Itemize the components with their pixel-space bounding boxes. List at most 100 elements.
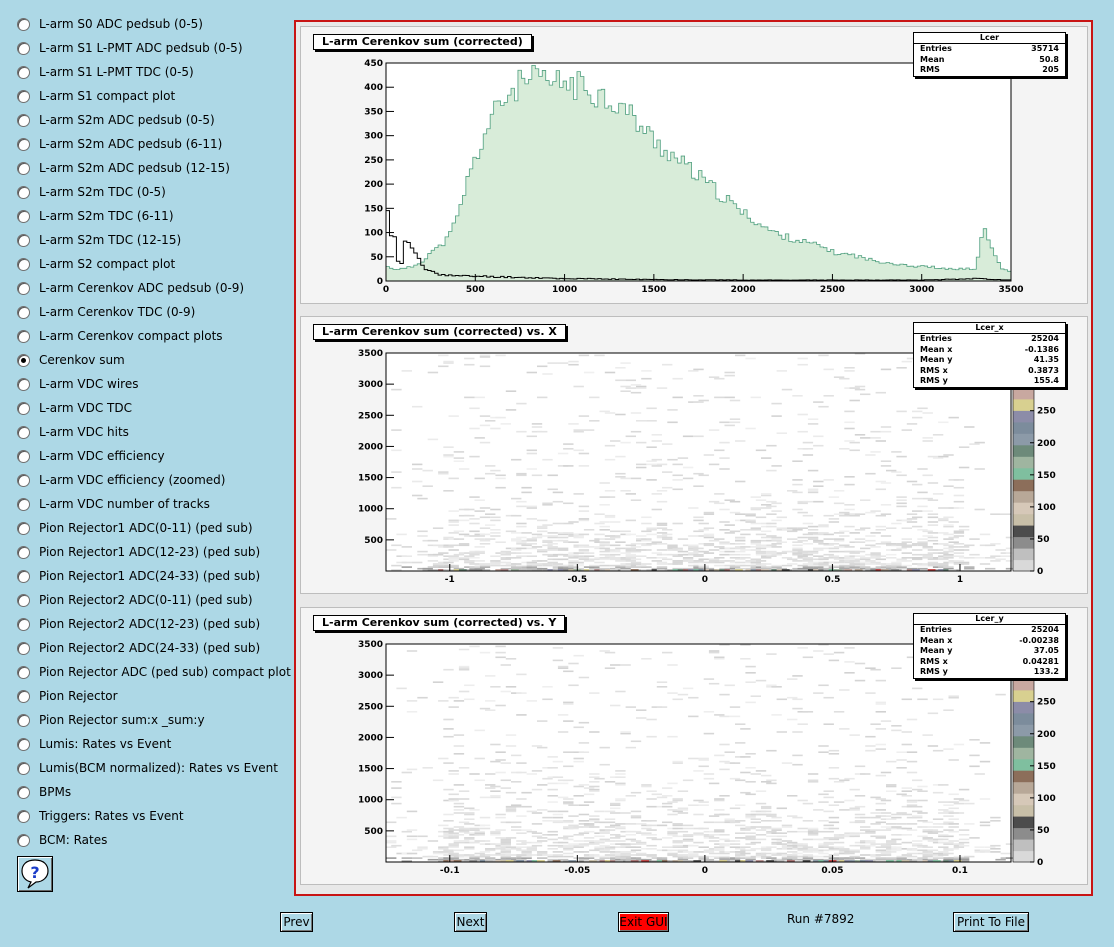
plot-option-radio[interactable]: Pion Rejector2 ADC(12-23) (ped sub)	[17, 614, 260, 634]
heatmap-cell	[490, 785, 501, 788]
radio-unchecked-icon[interactable]	[17, 281, 30, 295]
radio-unchecked-icon[interactable]	[17, 785, 30, 799]
radio-unchecked-icon[interactable]	[17, 713, 30, 727]
radio-unchecked-icon[interactable]	[17, 65, 30, 79]
heatmap-cell	[542, 854, 553, 856]
radio-unchecked-icon[interactable]	[17, 761, 30, 775]
heatmap-cell	[761, 807, 772, 810]
heatmap-cell	[870, 668, 881, 671]
plot-option-radio[interactable]: L-arm S1 compact plot	[17, 86, 175, 106]
radio-unchecked-icon[interactable]	[17, 497, 30, 511]
plot-option-radio[interactable]: L-arm S1 L-PMT TDC (0-5)	[17, 62, 194, 82]
histogram-pad-2[interactable]: 050100150200250300-1-0.500.5150010001500…	[300, 316, 1088, 594]
radio-unchecked-icon[interactable]	[17, 617, 30, 631]
heatmap-cell	[755, 834, 767, 836]
heatmap-cell	[682, 851, 694, 853]
plot-option-radio[interactable]: Lumis: Rates vs Event	[17, 734, 171, 754]
heatmap-cell	[438, 471, 449, 473]
plot-option-radio[interactable]: Pion Rejector1 ADC(24-33) (ped sub)	[17, 566, 260, 586]
plot-option-radio[interactable]: L-arm VDC efficiency (zoomed)	[17, 470, 225, 490]
plot-option-radio[interactable]: L-arm Cerenkov TDC (0-9)	[17, 302, 195, 322]
radio-unchecked-icon[interactable]	[17, 833, 30, 847]
radio-unchecked-icon[interactable]	[17, 545, 30, 559]
plot-option-radio[interactable]: L-arm S2m TDC (12-15)	[17, 230, 181, 250]
heatmap-cell	[714, 561, 725, 564]
plot-option-radio[interactable]: L-arm S2m ADC pedsub (0-5)	[17, 110, 215, 130]
plot-option-radio[interactable]: L-arm S2m ADC pedsub (12-15)	[17, 158, 230, 178]
y-tick-label: 50	[370, 253, 383, 263]
radio-unchecked-icon[interactable]	[17, 209, 30, 223]
plot-option-radio[interactable]: Pion Rejector2 ADC(24-33) (ped sub)	[17, 638, 260, 658]
radio-unchecked-icon[interactable]	[17, 41, 30, 55]
radio-unchecked-icon[interactable]	[17, 449, 30, 463]
plot-option-radio[interactable]: L-arm S2m TDC (0-5)	[17, 182, 166, 202]
plot-option-radio[interactable]: L-arm S2 compact plot	[17, 254, 175, 274]
radio-unchecked-icon[interactable]	[17, 473, 30, 487]
plot-option-radio[interactable]: BPMs	[17, 782, 71, 802]
heatmap-cell	[474, 535, 485, 537]
histogram-pad-3[interactable]: 050100150200250300-0.1-0.0500.050.150010…	[300, 607, 1088, 885]
plot-option-radio[interactable]: L-arm VDC number of tracks	[17, 494, 210, 514]
plot-option-radio[interactable]: Pion Rejector2 ADC(0-11) (ped sub)	[17, 590, 253, 610]
radio-unchecked-icon[interactable]	[17, 641, 30, 655]
help-button[interactable]: ?	[17, 856, 53, 892]
heatmap-cell	[625, 547, 636, 550]
exit-gui-button[interactable]: Exit GUI	[618, 912, 669, 932]
heatmap-cell	[703, 678, 715, 680]
heatmap-cell	[401, 830, 412, 833]
radio-checked-icon[interactable]	[17, 353, 30, 367]
heatmap-cell	[901, 557, 912, 559]
plot-option-radio[interactable]: Cerenkov sum	[17, 350, 125, 370]
plot-option-radio[interactable]: L-arm VDC TDC	[17, 398, 132, 418]
plot-option-radio[interactable]: L-arm S2m ADC pedsub (6-11)	[17, 134, 222, 154]
histogram-pad-1[interactable]: 0 500 1000 1500 2000 2500 3000 3500 0 50 100 150 200…	[300, 26, 1088, 304]
radio-unchecked-icon[interactable]	[17, 689, 30, 703]
radio-unchecked-icon[interactable]	[17, 401, 30, 415]
radio-unchecked-icon[interactable]	[17, 809, 30, 823]
plot-option-radio[interactable]: L-arm VDC wires	[17, 374, 138, 394]
plot-option-radio[interactable]: Pion Rejector1 ADC(12-23) (ped sub)	[17, 542, 260, 562]
plot-option-radio[interactable]: Pion Rejector ADC (ped sub) compact plot	[17, 662, 291, 682]
radio-unchecked-icon[interactable]	[17, 257, 30, 271]
radio-unchecked-icon[interactable]	[17, 377, 30, 391]
radio-unchecked-icon[interactable]	[17, 161, 30, 175]
radio-unchecked-icon[interactable]	[17, 137, 30, 151]
radio-unchecked-icon[interactable]	[17, 665, 30, 679]
radio-unchecked-icon[interactable]	[17, 185, 30, 199]
print-to-file-button[interactable]: Print To File	[953, 912, 1029, 932]
plot-option-radio[interactable]: L-arm VDC hits	[17, 422, 129, 442]
plot-option-radio[interactable]: Pion Rejector sum:x _sum:y	[17, 710, 205, 730]
prev-button[interactable]: Prev	[280, 912, 313, 932]
plot-option-radio[interactable]: Pion Rejector	[17, 686, 118, 706]
radio-unchecked-icon[interactable]	[17, 425, 30, 439]
plot-option-radio[interactable]: L-arm Cerenkov compact plots	[17, 326, 223, 346]
radio-unchecked-icon[interactable]	[17, 305, 30, 319]
plot-option-radio[interactable]: L-arm S1 L-PMT ADC pedsub (0-5)	[17, 38, 243, 58]
plot-option-radio[interactable]: Triggers: Rates vs Event	[17, 806, 184, 826]
radio-unchecked-icon[interactable]	[17, 569, 30, 583]
plot-option-radio[interactable]: Pion Rejector1 ADC(0-11) (ped sub)	[17, 518, 253, 538]
radio-unchecked-icon[interactable]	[17, 329, 30, 343]
plot-option-radio[interactable]: L-arm Cerenkov ADC pedsub (0-9)	[17, 278, 244, 298]
canvas-frame[interactable]: 0 500 1000 1500 2000 2500 3000 3500 0 50 100 150 200…	[294, 20, 1093, 896]
radio-unchecked-icon[interactable]	[17, 593, 30, 607]
heatmap-cell	[578, 832, 590, 834]
plot-option-radio[interactable]: Lumis(BCM normalized): Rates vs Event	[17, 758, 278, 778]
radio-unchecked-icon[interactable]	[17, 233, 30, 247]
heatmap-cell	[797, 830, 808, 833]
heatmap-cell	[938, 455, 949, 458]
heatmap-cell	[662, 533, 673, 536]
radio-unchecked-icon[interactable]	[17, 89, 30, 103]
next-button[interactable]: Next	[454, 912, 487, 932]
heatmap-cell	[625, 519, 636, 522]
heatmap-cell	[537, 837, 548, 839]
plot-option-radio[interactable]: BCM: Rates	[17, 830, 107, 850]
plot-option-radio[interactable]: L-arm VDC efficiency	[17, 446, 165, 466]
heatmap-cell	[745, 357, 756, 360]
radio-unchecked-icon[interactable]	[17, 521, 30, 535]
radio-unchecked-icon[interactable]	[17, 17, 30, 31]
radio-unchecked-icon[interactable]	[17, 737, 30, 751]
plot-option-radio[interactable]: L-arm S2m TDC (6-11)	[17, 206, 174, 226]
radio-unchecked-icon[interactable]	[17, 113, 30, 127]
plot-option-radio[interactable]: L-arm S0 ADC pedsub (0-5)	[17, 14, 203, 34]
